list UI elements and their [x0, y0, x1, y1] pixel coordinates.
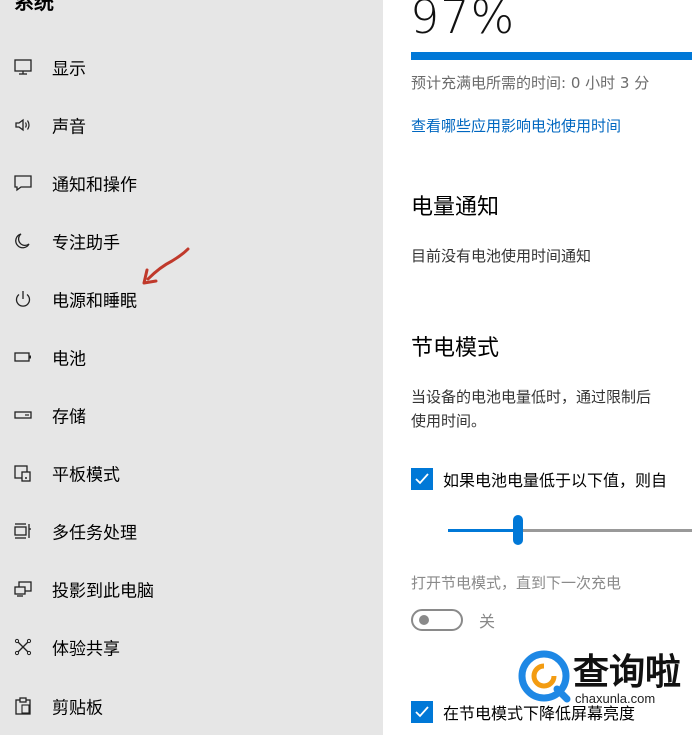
apps-affecting-battery-link[interactable]: 查看哪些应用影响电池使用时间: [411, 115, 621, 136]
battery-saver-heading: 节电模式: [411, 336, 500, 361]
annotation-arrow-icon: [142, 247, 190, 285]
checkmark-icon: [415, 473, 429, 485]
share-icon: [12, 636, 34, 658]
sidebar-item-label: 体验共享: [52, 639, 120, 660]
power-icon: [12, 288, 34, 310]
sidebar-item-storage[interactable]: 存储: [0, 389, 383, 441]
multitasking-icon: [12, 520, 34, 542]
sidebar-item-label: 专注助手: [52, 233, 120, 254]
battery-percentage: 97%: [410, 0, 516, 44]
notification-icon: [12, 172, 34, 194]
sidebar-item-project[interactable]: 投影到此电脑: [0, 563, 383, 615]
watermark: 查询啦 chaxunla.com: [517, 647, 692, 707]
toggle-state-label: 关: [479, 612, 496, 631]
sidebar-item-shared-experiences[interactable]: 体验共享: [0, 621, 383, 673]
storage-icon: [12, 404, 34, 426]
sidebar-item-clipboard[interactable]: 剪贴板: [0, 680, 383, 732]
saver-toggle[interactable]: [411, 609, 463, 631]
sidebar-item-multitasking[interactable]: 多任务处理: [0, 505, 383, 557]
battery-icon: [12, 346, 34, 368]
watermark-url: chaxunla.com: [575, 691, 656, 706]
slider-thumb[interactable]: [513, 515, 524, 545]
lower-brightness-checkbox[interactable]: [411, 701, 433, 723]
sidebar-item-label: 投影到此电脑: [52, 581, 154, 602]
sidebar-item-label: 电池: [52, 349, 86, 370]
checkmark-icon: [415, 706, 429, 718]
sidebar-item-sound[interactable]: 声音: [0, 99, 383, 151]
clipboard-icon: [12, 695, 34, 717]
toggle-knob: [419, 615, 429, 625]
sidebar-item-label: 声音: [52, 117, 86, 138]
battery-settings-panel: 97% 预计充满电所需的时间: 0 小时 3 分 查看哪些应用影响电池使用时间 …: [383, 0, 692, 735]
auto-saver-label: 如果电池电量低于以下值，则自: [443, 471, 668, 490]
watermark-logo-icon: [518, 650, 571, 703]
watermark-text: 查询啦: [573, 651, 682, 693]
slider-fill: [448, 529, 519, 532]
tablet-mode-icon: [12, 462, 34, 484]
saver-until-charge-label: 打开节电模式，直到下一次充电: [411, 574, 622, 592]
battery-saver-description-line1: 当设备的电池电量低时，通过限制后: [411, 388, 652, 406]
battery-saver-description-line2: 使用时间。: [411, 412, 487, 430]
battery-threshold-slider[interactable]: [448, 515, 692, 545]
battery-level-bar: [411, 52, 692, 60]
sidebar-item-label: 剪贴板: [52, 698, 103, 719]
sidebar-item-label: 平板模式: [52, 465, 120, 486]
auto-saver-checkbox-row[interactable]: 如果电池电量低于以下值，则自: [411, 467, 667, 491]
speaker-icon: [12, 114, 34, 136]
sidebar-item-label: 通知和操作: [52, 175, 137, 196]
auto-saver-checkbox[interactable]: [411, 468, 433, 490]
project-icon: [12, 578, 34, 600]
notifications-text: 目前没有电池使用时间通知: [411, 247, 592, 265]
sidebar-item-label: 电源和睡眠: [52, 291, 137, 312]
sidebar-item-label: 存储: [52, 407, 86, 428]
sidebar-item-display[interactable]: 显示: [0, 41, 383, 93]
sidebar-item-tablet-mode[interactable]: 平板模式: [0, 447, 383, 499]
sidebar-item-battery[interactable]: 电池: [0, 331, 383, 383]
battery-level-fill: [411, 52, 692, 60]
sidebar-item-label: 多任务处理: [52, 523, 137, 544]
notifications-heading: 电量通知: [411, 195, 500, 220]
moon-icon: [12, 230, 34, 252]
time-to-full: 预计充满电所需的时间: 0 小时 3 分: [411, 74, 650, 92]
sidebar-item-label: 显示: [52, 59, 86, 80]
sidebar-item-notifications[interactable]: 通知和操作: [0, 157, 383, 209]
sidebar-header: 系统: [14, 0, 54, 14]
sidebar: 系统 显示 声音 通知和操作 专注助手 电源和睡眠 电池 存储 平板模式 多任务…: [0, 0, 383, 735]
monitor-icon: [12, 56, 34, 78]
